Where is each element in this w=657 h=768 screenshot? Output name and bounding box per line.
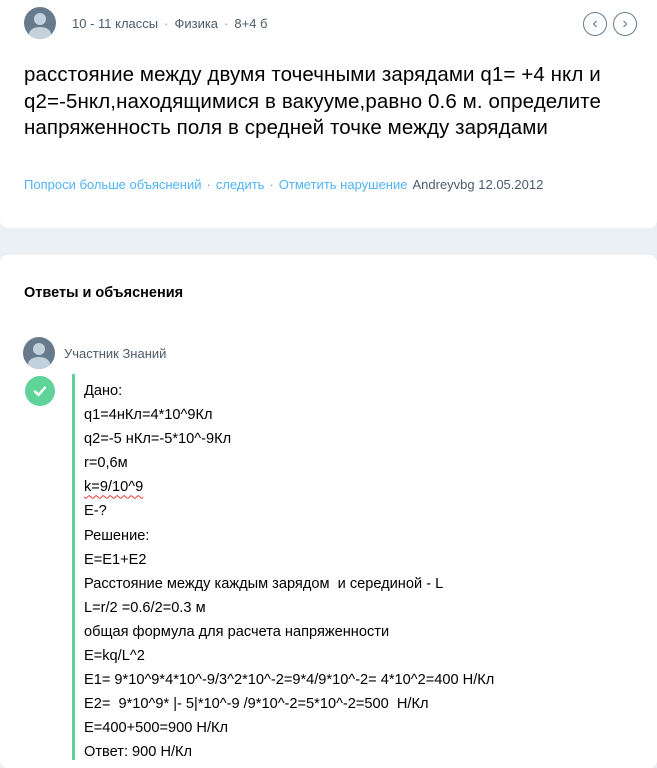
verified-check-icon (25, 376, 55, 406)
chevron-left-icon: ‹ (592, 15, 598, 32)
spellcheck-underlined-text: k=9/10^9 (84, 479, 144, 496)
answer-line: L=r/2 =0.6/2=0.3 м (84, 599, 206, 616)
avatar-head (34, 13, 46, 25)
answer-line: E2= 9*10^9* |- 5|*10^-9 /9*10^-2=5*10^-2… (84, 696, 429, 713)
answer-line: E1= 9*10^9*4*10^-9/3^2*10^-2=9*4/9*10^-2… (84, 672, 495, 689)
answer-line: E=E1+E2 (84, 551, 147, 568)
answer-line: q2=-5 нКл=-5*10^-9Кл (84, 431, 232, 448)
points-label: 8+4 б (234, 16, 268, 31)
answer-author[interactable]: Участник Знаний (64, 346, 166, 361)
answer-line: E-? (84, 503, 107, 520)
actions-separator: · (206, 177, 211, 192)
answers-heading: Ответы и объяснения (24, 285, 184, 301)
actions-separator: · (269, 177, 274, 192)
meta-separator: · (164, 16, 169, 31)
answer-line: Ответ: 900 Н/Кл (84, 744, 193, 761)
follow-link[interactable]: следить (216, 177, 265, 192)
next-question-button[interactable]: › (613, 12, 637, 36)
answer-line: Решение: (84, 527, 150, 544)
answer-body: Дано: q1=4нКл=4*10^9Кл q2=-5 нКл=-5*10^-… (84, 379, 644, 765)
answer-line: k=9/10^9 (84, 475, 644, 499)
answer-line: E=kq/L^2 (84, 648, 145, 665)
ask-more-link[interactable]: Попроси больше объяснений (24, 177, 202, 192)
question-text: расстояние между двумя точечными зарядам… (24, 63, 601, 139)
answer-line: Расстояние между каждым зарядом и середи… (84, 575, 444, 592)
subject-link[interactable]: Физика (174, 16, 218, 31)
answer-line: Дано: (84, 383, 123, 399)
previous-question-button[interactable]: ‹ (583, 12, 607, 36)
answer-line: q1=4нКл=4*10^9Кл (84, 407, 213, 424)
answerer-avatar[interactable] (23, 337, 55, 369)
avatar-body (29, 27, 51, 39)
chevron-right-icon: › (622, 15, 628, 32)
grade-link[interactable]: 10 - 11 классы (72, 16, 158, 31)
question-meta: 10 - 11 классы · Физика · 8+4 б (72, 16, 268, 31)
meta-separator: · (224, 16, 229, 31)
question-author[interactable]: Andreyvbg 12.05.2012 (412, 177, 543, 192)
answer-line: r=0,6м (84, 455, 128, 472)
report-link[interactable]: Отметить нарушение (279, 177, 408, 192)
avatar-body (28, 357, 50, 369)
answer-line: E=400+500=900 Н/Кл (84, 720, 229, 737)
question-card: 10 - 11 классы · Физика · 8+4 б ‹ › расс… (0, 0, 657, 228)
answers-card: Ответы и объяснения Участник Знаний Дано… (0, 255, 657, 768)
answer-line: общая формула для расчета напряженности (84, 623, 390, 640)
asker-avatar[interactable] (24, 7, 56, 39)
avatar-head (33, 343, 45, 355)
answer-accent-bar (72, 374, 75, 760)
question-actions: Попроси больше объяснений · следить · От… (24, 177, 543, 192)
